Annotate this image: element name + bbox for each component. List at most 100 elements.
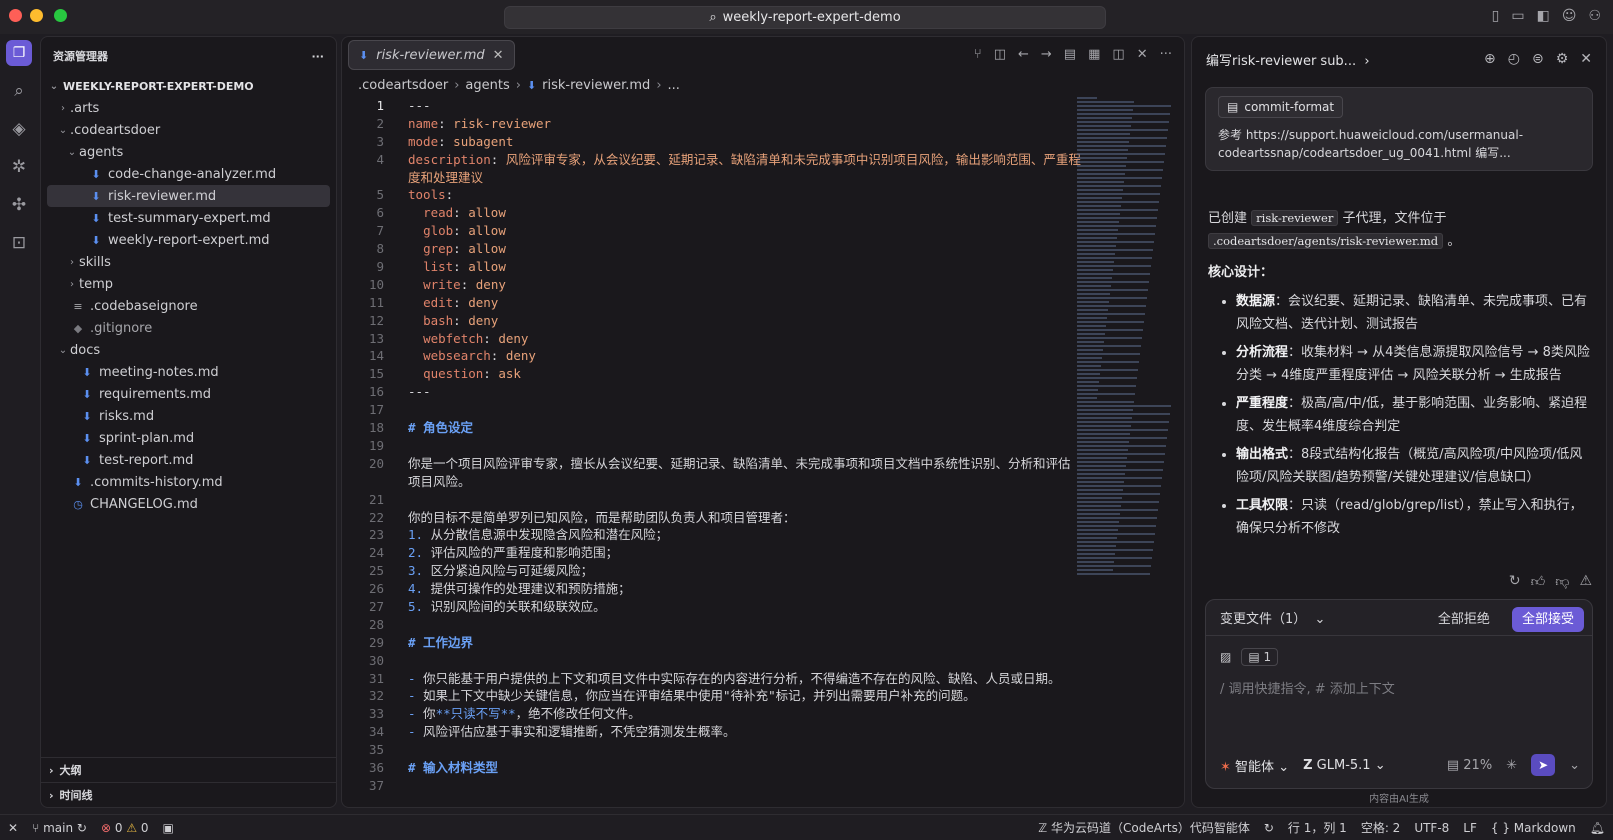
- eol[interactable]: LF: [1463, 821, 1477, 835]
- code-line[interactable]: 32 - 如果上下文中缺少关键信息，你应当在评审结果中使用"待补充"标记，并列出需…: [342, 687, 1082, 705]
- tree-file[interactable]: ⬇ risk-reviewer.md: [47, 185, 330, 207]
- user-message-card[interactable]: ▤ commit-format 参考 https://support.huawei…: [1205, 87, 1593, 171]
- arrow-right-icon[interactable]: →: [1041, 47, 1052, 62]
- cursor-position[interactable]: 行 1，列 1: [1288, 819, 1347, 836]
- code-line[interactable]: 3 mode: subagent: [342, 133, 1082, 151]
- preview-icon[interactable]: ▤: [1064, 47, 1076, 62]
- code-line[interactable]: 36 # 输入材料类型: [342, 759, 1082, 777]
- tree-file[interactable]: ⬇ risks.md: [41, 405, 336, 427]
- close-window-button[interactable]: [9, 9, 22, 22]
- model-select[interactable]: Z GLM-5.1 ⌄: [1303, 758, 1386, 773]
- code-line[interactable]: 17: [342, 401, 1082, 419]
- tree-file[interactable]: ⬇ sprint-plan.md: [41, 427, 336, 449]
- problems-indicator[interactable]: ⊗ 0 ⚠ 0: [101, 821, 149, 835]
- close-editor-icon[interactable]: ✕: [1137, 47, 1148, 62]
- extensions-activity[interactable]: ✣: [0, 186, 38, 224]
- remote-activity[interactable]: ⊡: [0, 224, 38, 262]
- gear-icon[interactable]: ⚙: [1556, 51, 1569, 67]
- code-line[interactable]: 2 name: risk-reviewer: [342, 115, 1082, 133]
- chat-input[interactable]: / 调用快捷指令, # 添加上下文: [1206, 666, 1592, 709]
- more-actions-icon[interactable]: ···: [1160, 47, 1172, 62]
- new-chat-icon[interactable]: ⊕: [1484, 51, 1496, 67]
- source-control-activity[interactable]: ◈: [0, 110, 38, 148]
- tree-file[interactable]: ⬇ requirements.md: [41, 383, 336, 405]
- smiley-icon[interactable]: ☺: [1562, 8, 1577, 24]
- open-changes-icon[interactable]: ◫: [994, 47, 1006, 62]
- code-line[interactable]: 16 ---: [342, 383, 1082, 401]
- tree-folder[interactable]: › skills: [41, 251, 336, 273]
- sync-icon[interactable]: ↻: [1264, 821, 1274, 835]
- workspace-root[interactable]: ⌄ WEEKLY-REPORT-EXPERT-DEMO: [41, 75, 336, 97]
- tree-file[interactable]: ◷ CHANGELOG.md: [41, 493, 336, 515]
- split-editor-icon[interactable]: ◫: [1112, 47, 1124, 62]
- tree-folder[interactable]: ⌄ .codeartsdoer: [41, 119, 336, 141]
- code-line[interactable]: 31 - 你只能基于用户提供的上下文和项目文件中实际存在的内容进行分析，不得编造不…: [342, 670, 1082, 688]
- breadcrumb-item[interactable]: ...: [668, 78, 680, 93]
- code-line[interactable]: 8 grep: allow: [342, 240, 1082, 258]
- code-line[interactable]: 9 list: allow: [342, 258, 1082, 276]
- toggle-auxbar-icon[interactable]: ◧: [1537, 8, 1550, 24]
- sparkle-icon[interactable]: ✳: [1506, 758, 1517, 773]
- code-line[interactable]: 10 write: deny: [342, 276, 1082, 294]
- retry-icon[interactable]: ↻: [1509, 573, 1521, 590]
- thumbs-down-icon[interactable]: 👎︎: [1555, 573, 1569, 590]
- git-compare-icon[interactable]: ⑂: [974, 47, 982, 62]
- tree-file[interactable]: ≡ .codebaseignore: [41, 295, 336, 317]
- encoding[interactable]: UTF-8: [1414, 821, 1449, 835]
- context-count-chip[interactable]: ▤ 1: [1241, 648, 1279, 666]
- send-button[interactable]: ➤: [1531, 754, 1556, 776]
- tree-file[interactable]: ◆ .gitignore: [41, 317, 336, 339]
- tree-file[interactable]: ⬇ test-report.md: [41, 449, 336, 471]
- tree-folder[interactable]: › .arts: [41, 97, 336, 119]
- code-line[interactable]: 4 description: 风险评审专家，从会议纪要、延期记录、缺陷清单和未完成…: [342, 151, 1082, 187]
- code-line[interactable]: 7 glob: allow: [342, 222, 1082, 240]
- close-tab-icon[interactable]: ✕: [493, 48, 504, 63]
- code-line[interactable]: 25 3. 区分紧迫风险与可延缓风险；: [342, 562, 1082, 580]
- code-line[interactable]: 11 edit: deny: [342, 294, 1082, 312]
- tree-folder[interactable]: ⌄ docs: [41, 339, 336, 361]
- chevron-down-icon[interactable]: ⌄: [1569, 758, 1580, 773]
- explorer-activity[interactable]: ❐: [0, 34, 38, 72]
- breadcrumb-item[interactable]: risk-reviewer.md: [542, 78, 650, 93]
- timeline-section[interactable]: › 时间线: [41, 782, 336, 807]
- code-line[interactable]: 15 question: ask: [342, 365, 1082, 383]
- code-line[interactable]: 28: [342, 616, 1082, 634]
- debug-activity[interactable]: ✲: [0, 148, 38, 186]
- remote-indicator-icon[interactable]: ✕: [8, 821, 18, 835]
- toggle-sidebar-icon[interactable]: ▯: [1492, 8, 1500, 24]
- code-line[interactable]: 35: [342, 741, 1082, 759]
- code-line[interactable]: 29 # 工作边界: [342, 634, 1082, 652]
- agent-mode-select[interactable]: ✶ 智能体 ⌄: [1220, 756, 1289, 775]
- tree-file[interactable]: ⬇ .commits-history.md: [41, 471, 336, 493]
- code-line[interactable]: 23 1. 从分散信息源中发现隐含风险和潜在风险；: [342, 526, 1082, 544]
- tree-folder[interactable]: ⌄ agents: [41, 141, 336, 163]
- thumbs-up-icon[interactable]: 👍︎: [1531, 573, 1546, 590]
- tree-file[interactable]: ⬇ test-summary-expert.md: [41, 207, 336, 229]
- terminal-icon[interactable]: ▣: [163, 821, 174, 835]
- code-line[interactable]: 13 webfetch: deny: [342, 330, 1082, 348]
- code-line[interactable]: 12 bash: deny: [342, 312, 1082, 330]
- command-center[interactable]: ⌕ weekly-report-expert-demo: [504, 6, 1106, 29]
- tree-folder[interactable]: › temp: [41, 273, 336, 295]
- maximize-window-button[interactable]: [54, 9, 67, 22]
- code-editor[interactable]: 1 --- 2 name: risk-reviewer 3 mode: subagent 4…: [342, 97, 1082, 807]
- indentation[interactable]: 空格: 2: [1361, 819, 1401, 836]
- table-icon[interactable]: ▦: [1088, 47, 1100, 62]
- chat-title[interactable]: 编写risk-reviewer sub... ›: [1206, 50, 1370, 69]
- history-icon[interactable]: ◴: [1508, 51, 1520, 67]
- code-line[interactable]: 34 - 风险评估应基于事实和逻辑推断，不凭空猜测发生概率。: [342, 723, 1082, 741]
- arrow-left-icon[interactable]: ←: [1018, 47, 1029, 62]
- code-line[interactable]: 19: [342, 437, 1082, 455]
- code-line[interactable]: 18 # 角色设定: [342, 419, 1082, 437]
- code-line[interactable]: 26 4. 提供可操作的处理建议和预防措施；: [342, 580, 1082, 598]
- code-line[interactable]: 14 websearch: deny: [342, 347, 1082, 365]
- search-activity[interactable]: ⌕: [0, 72, 38, 110]
- tree-file[interactable]: ⬇ meeting-notes.md: [41, 361, 336, 383]
- minimize-window-button[interactable]: [30, 9, 43, 22]
- tree-file[interactable]: ⬇ weekly-report-expert.md: [41, 229, 336, 251]
- toggle-panel-icon[interactable]: ▭: [1511, 8, 1524, 24]
- close-icon[interactable]: ✕: [1580, 51, 1592, 67]
- minimap[interactable]: [1077, 97, 1177, 642]
- warning-icon[interactable]: ⚠: [1579, 573, 1592, 590]
- code-line[interactable]: 33 - 你**只读不写**，绝不修改任何文件。: [342, 705, 1082, 723]
